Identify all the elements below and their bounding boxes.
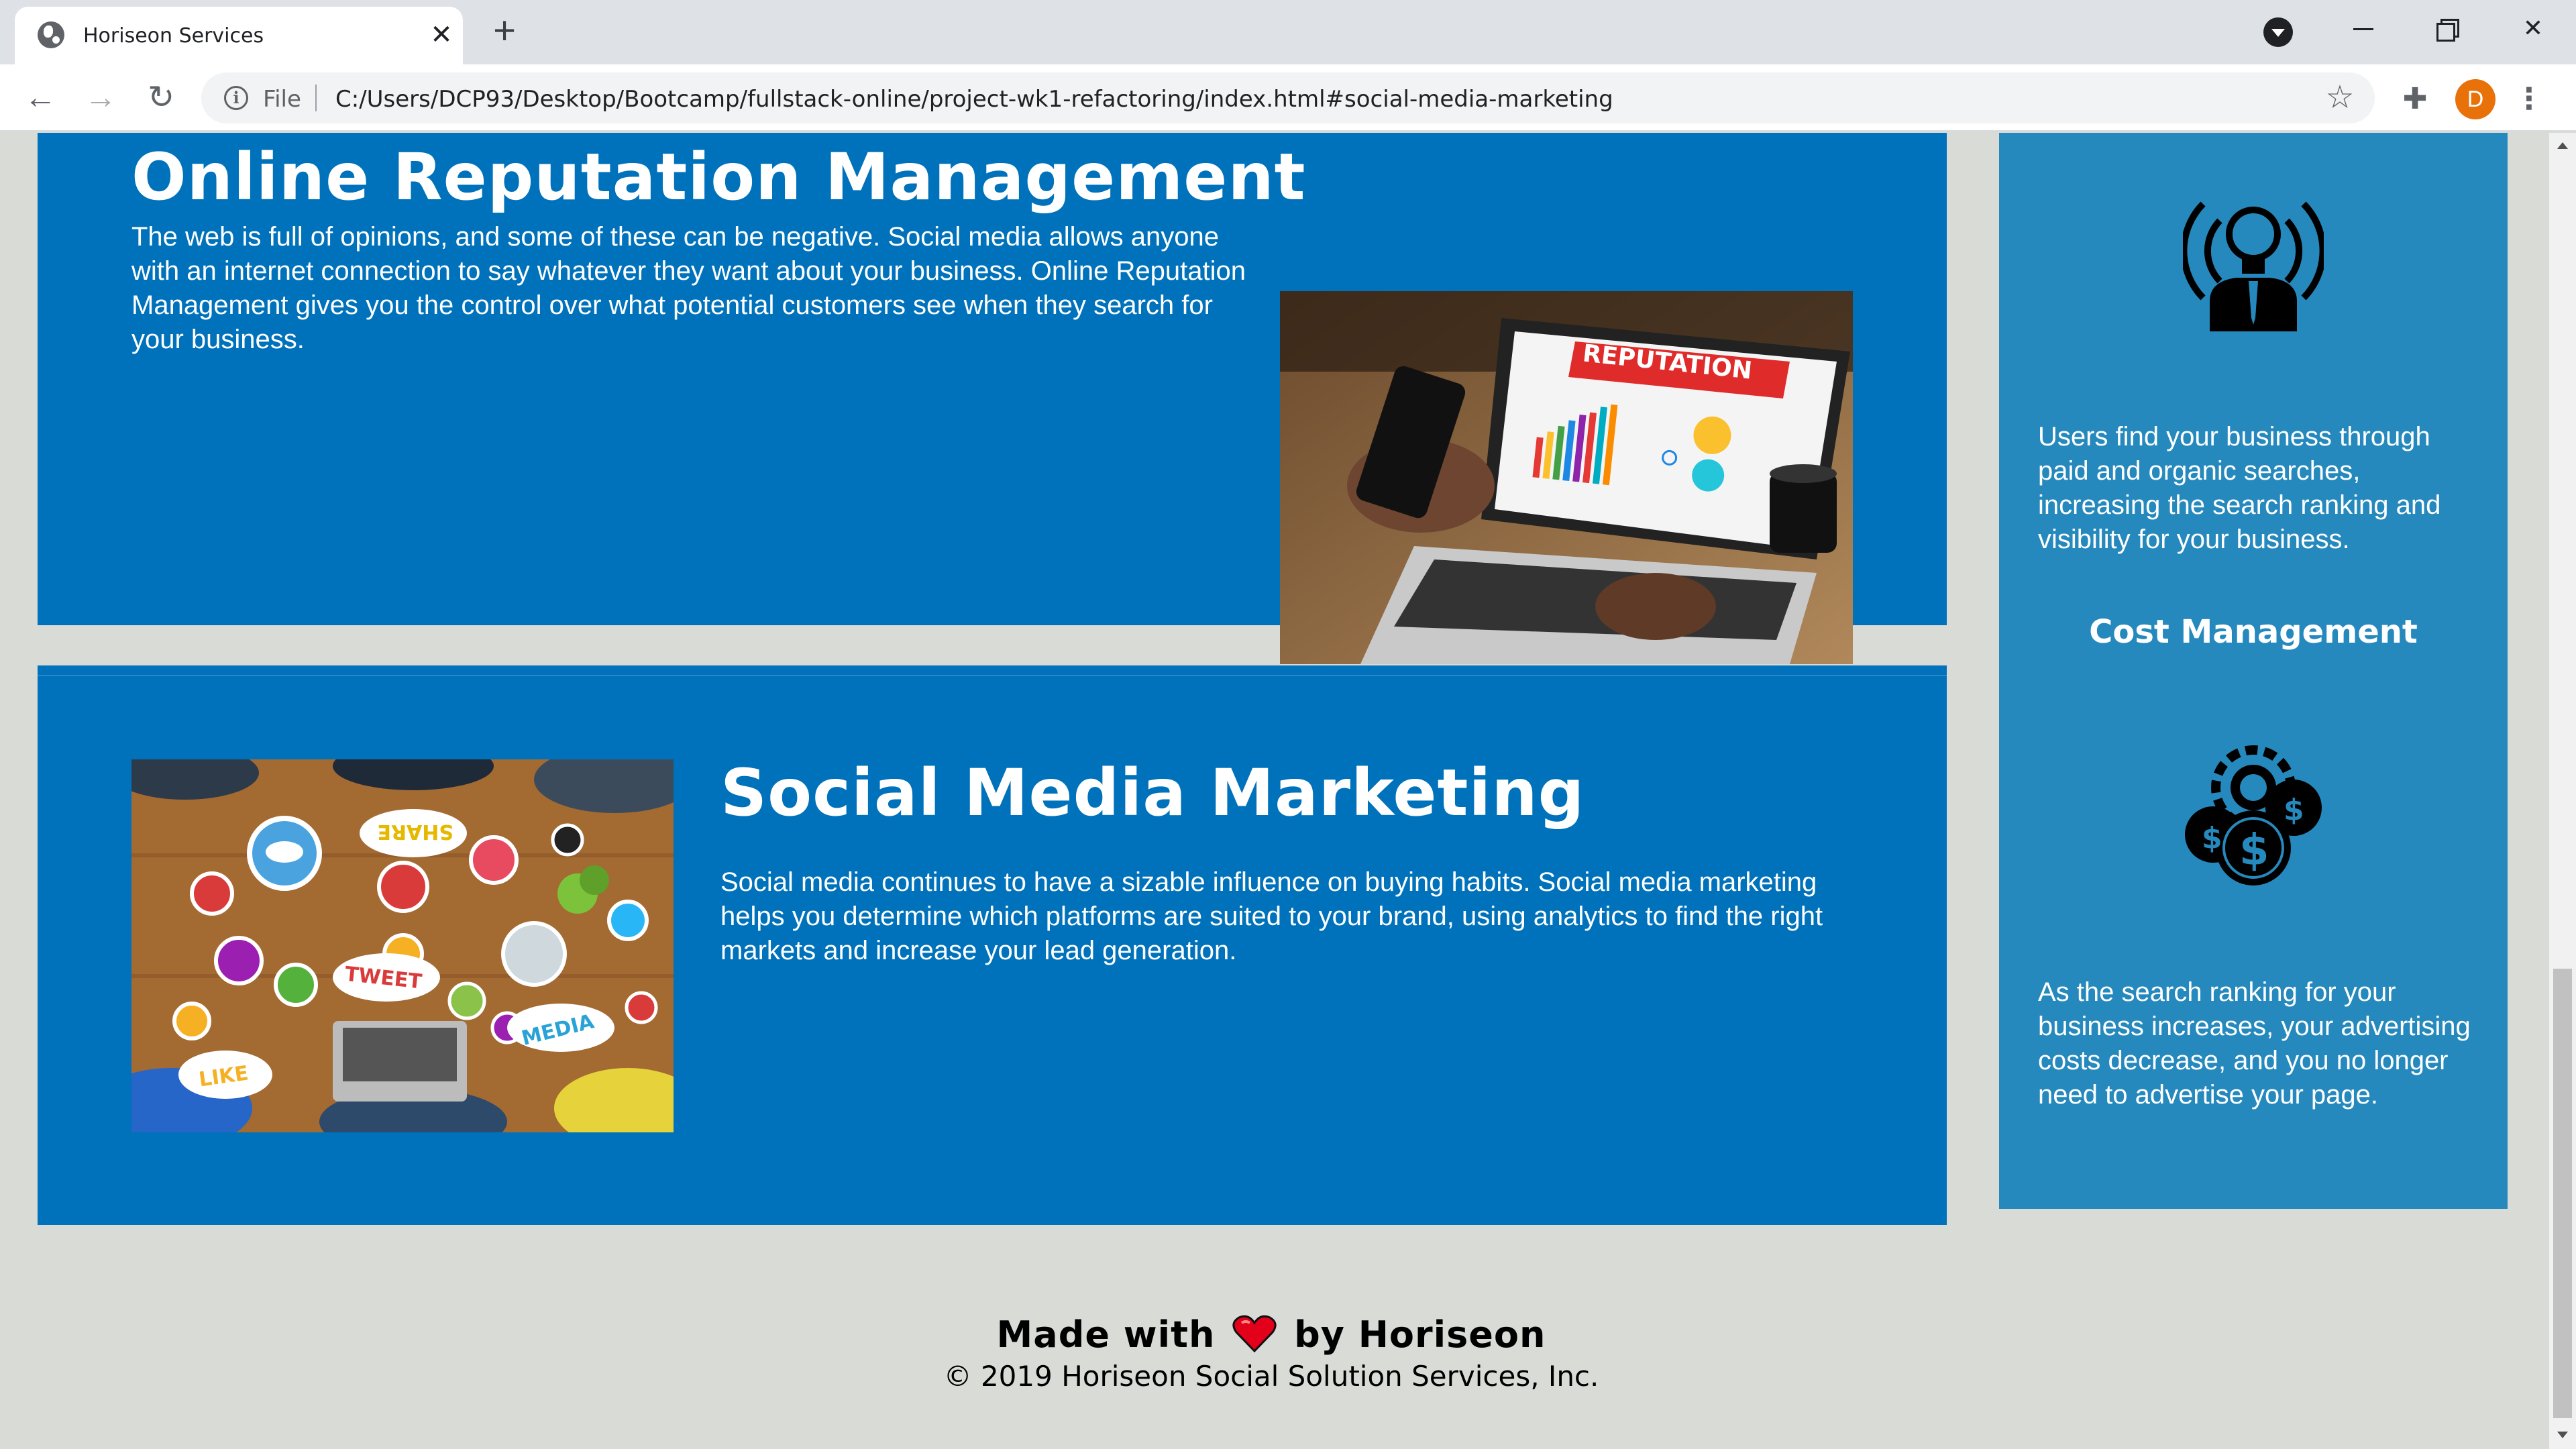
online-reputation-management-section: Online Reputation Management The web is …: [38, 133, 1947, 664]
lightbulb-person-icon: [2180, 184, 2326, 331]
scroll-thumb[interactable]: [2553, 969, 2572, 1418]
section-title: Social Media Marketing: [720, 755, 1585, 830]
extensions-puzzle-icon[interactable]: ✚: [2395, 79, 2435, 119]
omnibox-divider: [315, 85, 317, 111]
scroll-up-arrow-icon[interactable]: [2549, 133, 2576, 160]
reload-button[interactable]: ↻: [141, 78, 181, 118]
globe-icon: [38, 21, 64, 48]
svg-text:$: $: [2202, 821, 2222, 855]
cost-gear-coins-icon: $ $ $: [2183, 741, 2324, 888]
close-window-button[interactable]: ✕: [2506, 9, 2560, 47]
profile-avatar[interactable]: D: [2455, 79, 2496, 119]
cost-management-heading: Cost Management: [2089, 613, 2418, 651]
bookmark-star-icon[interactable]: ☆: [2321, 79, 2359, 117]
forward-button[interactable]: →: [80, 78, 121, 118]
browser-tab[interactable]: Horiseon Services ✕: [15, 7, 463, 64]
browser-menu-icon[interactable]: ⋮: [2514, 79, 2544, 119]
reputation-illustration: REPUTATION: [1280, 291, 1853, 664]
url-text[interactable]: C:/Users/DCP93/Desktop/Bootcamp/fullstac…: [335, 86, 1613, 113]
browser-toolbar: ← → ↻ i File C:/Users/DCP93/Desktop/Boot…: [0, 64, 2576, 131]
copyright-text: © 2019 Horiseon Social Solution Services…: [943, 1360, 1599, 1393]
svg-text:$: $: [2284, 793, 2304, 827]
reputation-laptop-image: REPUTATION: [1280, 291, 1853, 664]
made-with-line: Made with by Horiseon: [0, 1313, 2542, 1356]
social-media-illustration: SHARE TWEET LIKE MEDIA: [131, 759, 674, 1132]
page-footer: Made with by Horiseon © 2019 Horiseon So…: [0, 1313, 2542, 1393]
tab-title: Horiseon Services: [83, 24, 264, 48]
social-media-marketing-section: SHARE TWEET LIKE MEDIA Social Media Mark…: [38, 665, 1947, 1225]
search-visibility-text: Users find your business through paid an…: [2038, 422, 2441, 554]
file-label: File: [263, 86, 301, 113]
minimize-button[interactable]: [2336, 9, 2390, 47]
social-media-table-image: SHARE TWEET LIKE MEDIA: [131, 759, 674, 1132]
share-bubble-text: SHARE: [377, 820, 453, 843]
cost-management-text: As the search ranking for your business …: [2038, 977, 2471, 1110]
back-button[interactable]: ←: [20, 78, 60, 118]
benefits-sidebar: Users find your business through paid an…: [1999, 133, 2508, 1209]
by-horiseon-text: by Horiseon: [1294, 1313, 1546, 1356]
page-scrollbar[interactable]: [2549, 133, 2576, 1449]
info-icon[interactable]: i: [224, 86, 248, 110]
made-with-text: Made with: [996, 1313, 1216, 1356]
heart-icon: [1232, 1315, 1277, 1352]
tab-search-icon[interactable]: [2263, 17, 2293, 47]
svg-text:$: $: [2239, 826, 2269, 875]
new-tab-button[interactable]: +: [486, 11, 523, 51]
page-viewport: Online Reputation Management The web is …: [0, 133, 2549, 1449]
tab-strip: Horiseon Services ✕ + ✕: [0, 0, 2576, 64]
section-title: Online Reputation Management: [131, 140, 1306, 215]
restore-button[interactable]: [2420, 9, 2474, 47]
close-tab-button[interactable]: ✕: [425, 19, 458, 51]
scroll-down-arrow-icon[interactable]: [2549, 1422, 2576, 1449]
address-bar[interactable]: i File C:/Users/DCP93/Desktop/Bootcamp/f…: [201, 72, 2375, 123]
section-text: The web is full of opinions, and some of…: [131, 222, 1246, 354]
section-text: Social media continues to have a sizable…: [720, 867, 1823, 965]
